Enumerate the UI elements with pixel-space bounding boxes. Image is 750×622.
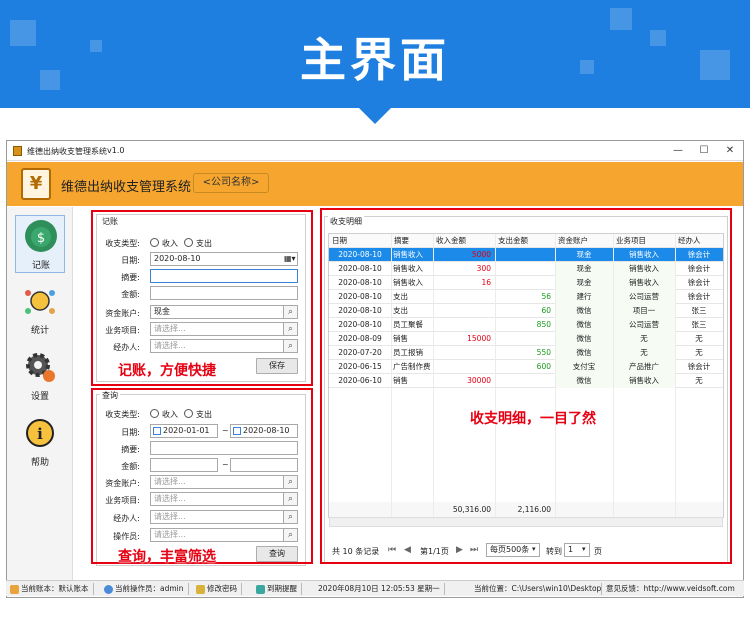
info-icon: i <box>24 417 56 449</box>
entry-annotation: 记账，方便快捷 <box>118 363 216 379</box>
window-title: 维德出纳收支管理系统 <box>27 147 107 156</box>
company-name: <公司名称> <box>193 173 269 193</box>
sidebar-item-label: 帮助 <box>30 458 49 468</box>
title-bar: 维德出纳收支管理系统 v1.0 — ☐ ✕ <box>7 141 743 161</box>
close-button[interactable]: ✕ <box>719 143 741 159</box>
sidebar-item-help[interactable]: i 帮助 <box>15 413 65 471</box>
status-datetime: 2020年08月10日 12:05:53 星期一 <box>318 583 445 595</box>
money-bag-icon: $ <box>25 220 57 252</box>
minimize-button[interactable]: — <box>667 143 689 159</box>
key-icon <box>196 584 205 594</box>
status-operator: 当前操作员：admin <box>104 583 189 595</box>
status-location: 当前位置：C:\Users\win10\Desktop\SZBook\ <box>474 583 602 595</box>
bell-icon <box>256 584 265 594</box>
change-password-link[interactable]: 修改密码 <box>196 583 242 595</box>
app-header: ¥ 维德出纳收支管理系统 <公司名称> <box>7 162 743 206</box>
yuan-logo-icon: ¥ <box>21 168 51 200</box>
gear-icon <box>24 351 56 383</box>
svg-text:$: $ <box>37 231 45 246</box>
app-name: 维德出纳收支管理系统 <box>61 180 192 195</box>
maximize-button[interactable]: ☐ <box>693 143 715 159</box>
sidebar-item-label: 记账 <box>31 261 50 271</box>
sidebar-item-settings[interactable]: 设置 <box>15 347 65 405</box>
book-icon <box>10 584 19 594</box>
banner-pointer <box>355 104 395 124</box>
user-icon <box>104 584 113 594</box>
status-ledger[interactable]: 当前账本：默认账本 <box>10 583 94 595</box>
sidebar: $ 记账 统计 设置 i 帮助 <box>7 207 73 581</box>
sidebar-item-statistics[interactable]: 统计 <box>15 281 65 339</box>
expiry-reminder-link[interactable]: 到期提醒 <box>256 583 302 595</box>
highlight-box <box>91 388 313 564</box>
promo-banner: 主界面 <box>0 0 750 108</box>
sidebar-item-label: 统计 <box>30 326 49 336</box>
app-icon <box>13 146 22 156</box>
highlight-box <box>320 208 732 564</box>
sidebar-item-bookkeeping[interactable]: $ 记账 <box>15 215 65 273</box>
window-version: v1.0 <box>107 146 125 155</box>
feedback-link[interactable]: 意见反馈：http://www.veidsoft.com <box>606 583 739 595</box>
svg-text:i: i <box>37 425 43 443</box>
status-bar: 当前账本：默认账本 当前操作员：admin 修改密码 到期提醒 2020年08月… <box>6 580 744 596</box>
sidebar-item-label: 设置 <box>30 392 49 402</box>
lightbulb-icon <box>24 285 56 317</box>
query-annotation: 查询，丰富筛选 <box>118 549 216 565</box>
banner-title: 主界面 <box>300 33 450 87</box>
